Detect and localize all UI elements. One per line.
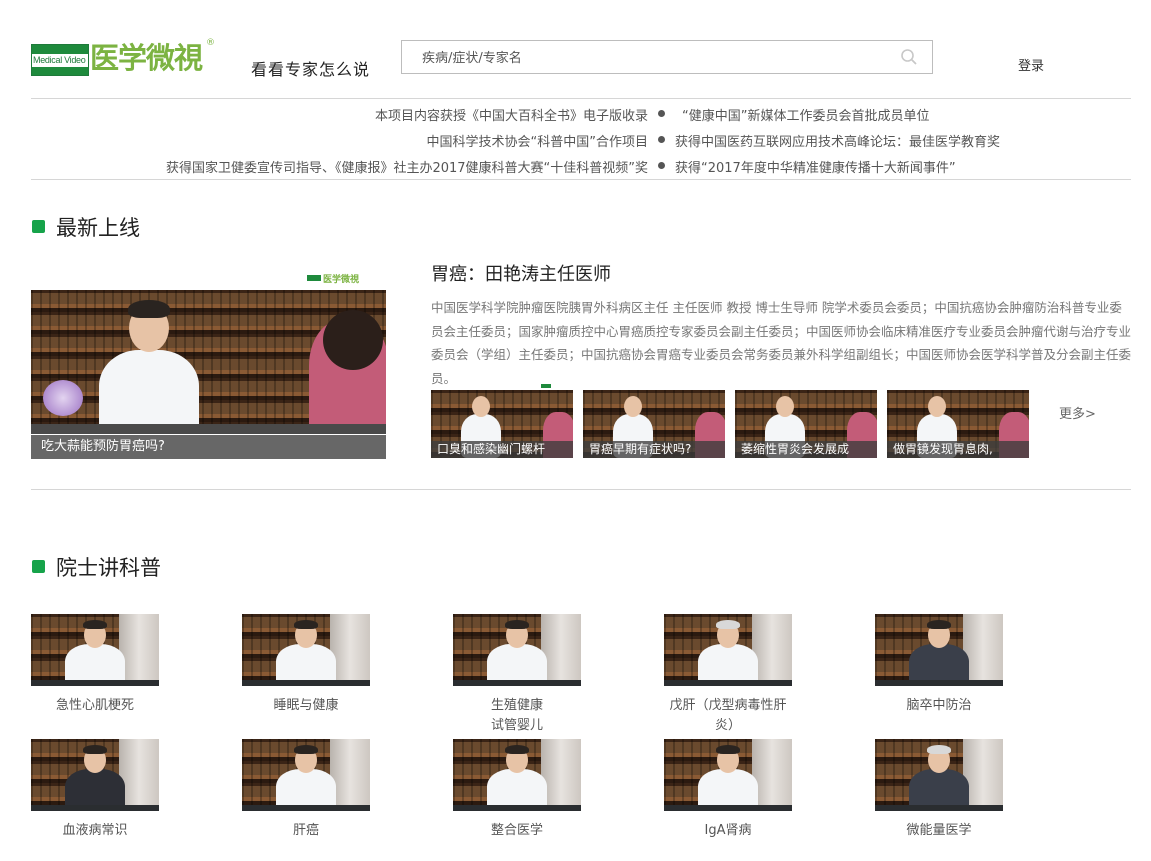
divider	[31, 489, 1131, 490]
academician-card[interactable]: 睡眠与健康	[242, 614, 370, 716]
academician-card[interactable]: 整合医学	[453, 739, 581, 841]
search-box[interactable]	[401, 40, 933, 74]
academician-card[interactable]: 急性心肌梗死	[31, 614, 159, 716]
academician-thumbnail	[31, 614, 159, 686]
logo-english-text: Medical Video	[33, 55, 86, 65]
academician-topic[interactable]: 戊肝（戊型病毒性肝炎）	[664, 696, 792, 736]
academician-thumbnail	[664, 739, 792, 811]
video-card[interactable]: 胃癌早期有症状吗?	[583, 390, 725, 458]
academician-card[interactable]: 微能量医学	[875, 739, 1003, 841]
academician-card[interactable]: 脑卒中防治	[875, 614, 1003, 716]
video-card[interactable]: 做胃镜发现胃息肉,	[887, 390, 1029, 458]
divider	[31, 179, 1131, 180]
academician-thumbnail	[664, 614, 792, 686]
video-thumbnail	[31, 290, 386, 434]
award-item: 获得国家卫健委宣传司指导、《健康报》社主办2017健康科普大赛“十佳科普视频”奖	[165, 161, 648, 176]
academician-thumbnail	[453, 739, 581, 811]
site-slogan: 看看专家怎么说	[251, 60, 371, 79]
academician-topic[interactable]: 肝癌	[242, 821, 370, 841]
award-item: 本项目内容获授《中国大百科全书》电子版收录	[374, 109, 648, 124]
bullet-dot	[658, 110, 665, 117]
academician-topic[interactable]: 脑卒中防治	[875, 696, 1003, 716]
bullet-dot	[658, 136, 665, 143]
video-caption: 萎缩性胃炎会发展成	[735, 441, 877, 458]
academician-topic[interactable]: 血液病常识	[31, 821, 159, 841]
search-input[interactable]	[420, 47, 894, 69]
academician-thumbnail	[453, 614, 581, 686]
section-title-academicians: 院士讲科普	[56, 556, 161, 580]
academician-topic[interactable]: 生殖健康 试管婴儿	[453, 696, 581, 736]
academician-thumbnail	[875, 739, 1003, 811]
academician-thumbnail	[242, 614, 370, 686]
section-marker	[32, 560, 45, 573]
login-link[interactable]: 登录	[1018, 55, 1044, 74]
academician-card[interactable]: 生殖健康 试管婴儿	[453, 614, 581, 736]
video-card[interactable]: 萎缩性胃炎会发展成	[735, 390, 877, 458]
doctor-title[interactable]: 胃癌：田艳涛主任医师	[431, 260, 611, 286]
divider	[31, 98, 1131, 99]
academician-thumbnail	[242, 739, 370, 811]
video-watermark-logo: 医学微視	[307, 274, 361, 285]
academician-card[interactable]: 戊肝（戊型病毒性肝炎）	[664, 614, 792, 736]
video-caption: 胃癌早期有症状吗?	[583, 441, 725, 458]
academician-thumbnail	[31, 739, 159, 811]
featured-video[interactable]: 医学微視 吃大蒜能预防胃癌吗?	[31, 267, 386, 459]
academician-topic[interactable]: 微能量医学	[875, 821, 1003, 841]
more-link[interactable]: 更多>	[1059, 403, 1096, 422]
site-logo[interactable]: Medical Video 医学微視 ®	[31, 38, 216, 78]
logo-chinese-text: 医学微視	[90, 41, 203, 75]
logo-badge: Medical Video	[31, 44, 89, 76]
academician-topic[interactable]: IgA肾病	[664, 821, 792, 841]
award-item: 获得中国医药互联网应用技术高峰论坛：最佳医学教育奖	[675, 135, 1001, 150]
video-card[interactable]: 口臭和感染幽门螺杆	[431, 384, 573, 458]
award-item: “健康中国”新媒体工作委员会首批成员单位	[682, 109, 930, 124]
academician-topic[interactable]: 整合医学	[453, 821, 581, 841]
academician-topic[interactable]: 急性心肌梗死	[31, 696, 159, 716]
search-icon[interactable]	[900, 48, 918, 66]
academician-card[interactable]: 血液病常识	[31, 739, 159, 841]
section-marker	[32, 220, 45, 233]
award-item: 中国科学技术协会“科普中国”合作项目	[426, 135, 648, 150]
doctor-bio: 中国医学科学院肿瘤医院胰胃外科病区主任 主任医师 教授 博士生导师 院学术委员会…	[431, 300, 1132, 386]
academician-card[interactable]: 肝癌	[242, 739, 370, 841]
academician-topic[interactable]: 睡眠与健康	[242, 696, 370, 716]
video-caption: 吃大蒜能预防胃癌吗?	[31, 435, 386, 459]
registered-mark: ®	[206, 38, 215, 48]
award-item: 获得“2017年度中华精准健康传播十大新闻事件”	[675, 161, 956, 176]
academician-card[interactable]: IgA肾病	[664, 739, 792, 841]
academician-thumbnail	[875, 614, 1003, 686]
video-caption: 做胃镜发现胃息肉,	[887, 441, 1029, 458]
section-title-latest: 最新上线	[56, 216, 140, 240]
bullet-dot	[658, 162, 665, 169]
video-caption: 口臭和感染幽门螺杆	[431, 441, 573, 458]
